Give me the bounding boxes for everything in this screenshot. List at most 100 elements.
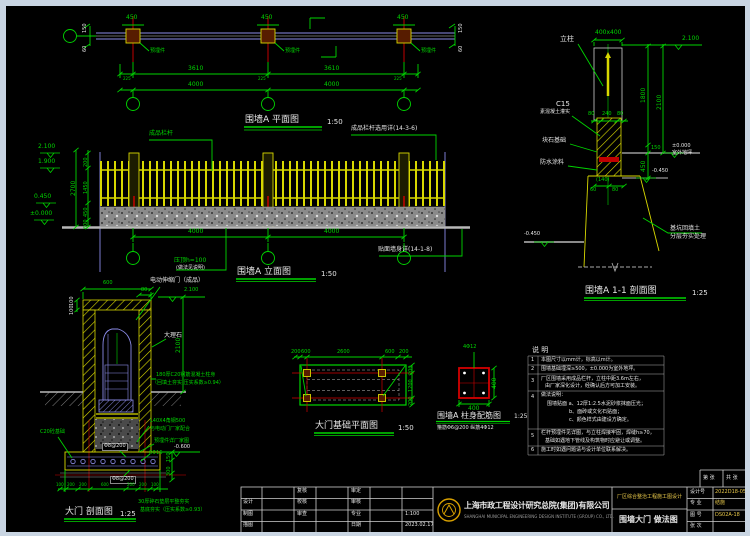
- gfp-top-dim: 600: [301, 350, 311, 356]
- notes-header: 说 明: [532, 347, 548, 355]
- elev-coping-note: 压顶h=100: [174, 258, 206, 265]
- col-title: 围墙A 柱身配筋图: [437, 412, 501, 421]
- plan-overall-dim: 4000: [188, 82, 203, 89]
- plan-end-dim: 150: [459, 23, 465, 33]
- company-name: 上海市政工程设计研究总院(集团)有限公司: [464, 502, 609, 511]
- note-no: 5: [531, 434, 534, 440]
- field-label: 设计号: [690, 490, 705, 496]
- gate-title: 大门 剖面图: [65, 508, 113, 518]
- sig-cell: 1:100: [405, 512, 419, 518]
- elev-scale: 1:50: [321, 271, 337, 279]
- sec-c15: C15: [556, 101, 570, 109]
- company-logo: [438, 499, 460, 521]
- plan-offset-dim: 225: [123, 77, 131, 81]
- gate-embed-note: L40X4角钢500: [150, 419, 185, 425]
- plan-end-dim: 60: [459, 46, 465, 52]
- field-value: 2022D18-05: [715, 490, 746, 496]
- gate-section-linework: [40, 287, 205, 522]
- gate-rebar-label: Φ8@200: [102, 443, 128, 451]
- note-line: 厂区围墙采用成品栏杆，立柱中距3.6m左右，: [541, 377, 644, 383]
- elev-coping-sub: (做法见说明): [176, 266, 205, 272]
- note-no: 6: [531, 448, 534, 454]
- note-line: 做法说明：: [541, 393, 566, 399]
- gate-footing-dim: 100: [56, 483, 64, 487]
- sec-hatch-dim: 240: [602, 112, 612, 118]
- plan-bay-dim: 3610: [188, 66, 203, 73]
- note-line: c、颜色样式由建设方确定。: [569, 418, 632, 424]
- plan-bay-dim: 3610: [324, 66, 339, 73]
- plan-post-tag: 预埋件: [285, 49, 300, 55]
- sig-cell: 审核: [351, 500, 361, 506]
- elev-level: ±0.000: [30, 211, 52, 218]
- gate-footing-dim: 200: [79, 483, 87, 487]
- gfp-title: 大门基础平面图: [315, 422, 378, 432]
- gate-footing-dim: 200: [127, 483, 135, 487]
- plan-post-dim: 450: [126, 15, 137, 22]
- note-line: 本图尺寸以mm计，标高以m计。: [541, 358, 616, 364]
- sec-post-dim: 400x400: [595, 30, 621, 37]
- gate-footing-dim: 100: [151, 483, 159, 487]
- sec-wall-label: 块石基础: [542, 138, 566, 145]
- gfp-top-dim: 2600: [337, 350, 350, 356]
- sig-cell: 复核: [297, 489, 307, 495]
- sec-c15-sub: 素混凝土灌实: [540, 110, 570, 116]
- plan-railing-note: 成品栏杆选用详(14-3-6): [351, 126, 417, 133]
- sec-dim-450: 450: [641, 161, 648, 172]
- field-value: 结施: [715, 501, 725, 507]
- plan-post-tag: 预埋件: [421, 49, 436, 55]
- elev-seg-dim: 600: [84, 219, 90, 229]
- sig-cell: 审定: [351, 489, 361, 495]
- sig-cell: 设计: [243, 500, 253, 506]
- sig-cell: 日期: [351, 523, 361, 529]
- col-scale: 1:25: [514, 414, 527, 421]
- plan-post-dim: 450: [261, 15, 272, 22]
- window-frame-top: [0, 0, 750, 6]
- elev-seg-dim: 200: [84, 157, 90, 167]
- company-name-en: SHANGHAI MUNICIPAL ENGINEERING DESIGN IN…: [464, 515, 614, 519]
- sec-ground-label: 室外地坪: [672, 151, 692, 157]
- gate-footing-dim: 600: [101, 483, 109, 487]
- field-label: 张 次: [690, 524, 702, 530]
- sec-scale: 1:25: [692, 290, 708, 298]
- sec-title: 围墙A 1-1 剖面图: [585, 287, 657, 297]
- plan-title: 围墙A 平面图: [245, 116, 299, 126]
- plan-scale: 1:50: [327, 119, 343, 127]
- plan-offset-dim: 225: [394, 77, 402, 81]
- elev-bay-dim: 4000: [188, 229, 203, 236]
- gate-bed-note: 30厚碎石垫层平整夯实: [138, 500, 189, 506]
- elev-total-dim: 2700: [71, 181, 78, 196]
- sec-level-minus: -0.450: [652, 169, 668, 175]
- note-line: 栏杆预埋件见详图，与立柱焊接牢固，焊缝h≥70，: [541, 431, 655, 437]
- col-height-dim: 400: [492, 378, 499, 389]
- gate-side-dim: 300: [167, 466, 173, 476]
- gate-scale: 1:25: [120, 511, 136, 519]
- gfp-side-dim: 200: [409, 365, 415, 375]
- sig-cell: 审查: [297, 512, 307, 518]
- gate-footing-dim: 200: [67, 483, 75, 487]
- sec-dim-150: 150: [651, 146, 661, 152]
- note-no: 1: [531, 358, 534, 364]
- sec-hatch-dim: 80: [617, 112, 623, 118]
- sec-level-top: 2.100: [682, 36, 699, 43]
- sec-post-label: 立柱: [560, 36, 574, 44]
- gate-footing-dim: 200: [139, 483, 147, 487]
- note-no: 4: [531, 395, 534, 401]
- window-frame-left: [0, 0, 6, 536]
- section-1-1-linework: [524, 38, 702, 301]
- gate-wall-dim: 80: [141, 288, 147, 294]
- corner-cell: 共 张: [726, 476, 738, 482]
- gate-height-dim: 2100: [176, 338, 183, 353]
- gate-level-top: 2.100: [184, 288, 198, 294]
- sec-dim-1800: 1800: [641, 88, 648, 103]
- gate-top-note: 电动伸缩门（成品）: [150, 278, 204, 285]
- sec-wp-label: 防水涂料: [540, 160, 564, 167]
- gfp-top-dim: 200: [291, 350, 301, 356]
- gfp-scale: 1:50: [398, 425, 414, 433]
- field-value: DS02A-18: [715, 513, 740, 519]
- sig-cell: 2023.02.17: [405, 523, 434, 529]
- drawing-title: 围墙大门 做法图: [619, 516, 678, 525]
- elev-railing-label: 成品栏杆: [149, 131, 173, 138]
- elev-level: 1.900: [38, 159, 55, 166]
- elev-seg-dim: 450: [84, 207, 90, 217]
- plan-post-tag: 预埋件: [150, 49, 165, 55]
